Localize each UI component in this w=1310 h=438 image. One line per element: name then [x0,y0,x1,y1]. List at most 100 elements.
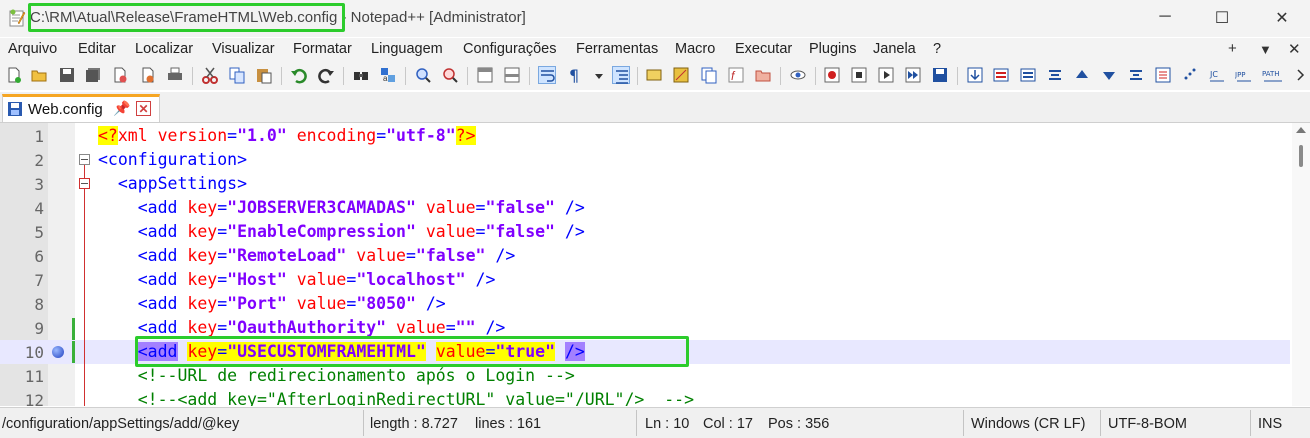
new-file-icon[interactable] [5,66,23,84]
status-insert-mode[interactable]: INS [1258,416,1282,432]
line-number: 6 [34,247,44,266]
plugin-icon-4[interactable] [1046,66,1064,84]
menu-editar[interactable]: Editar [78,41,116,57]
undo-icon[interactable] [290,66,308,84]
toolbar-overflow-icon[interactable] [1292,66,1305,84]
path-icon[interactable]: PATH [1262,66,1286,84]
macro-save-icon[interactable] [931,66,949,84]
menu-linguagem[interactable]: Linguagem [371,41,443,57]
status-eol[interactable]: Windows (CR LF) [971,416,1085,432]
word-wrap-icon[interactable] [538,66,556,84]
code-line-1[interactable]: 1 <?xml version="1.0" encoding="utf-8"?> [0,124,1290,148]
code-line-5[interactable]: 5 <add key="EnableCompression" value="fa… [0,220,1290,244]
close-all-icon[interactable] [138,66,156,84]
function-list-icon[interactable]: f [727,66,745,84]
save-all-icon[interactable] [84,66,102,84]
save-icon[interactable] [58,66,76,84]
doc-list-icon[interactable] [700,66,718,84]
minimize-button[interactable]: ─ [1150,8,1180,26]
line-number: 4 [34,199,44,218]
paste-icon[interactable] [255,66,273,84]
monitoring-eye-icon[interactable] [789,66,807,84]
close-button[interactable]: ✕ [1267,8,1297,28]
code-line-7[interactable]: 7 <add key="Host" value="localhost" /> [0,268,1290,292]
fold-toggle-configuration[interactable] [79,154,90,165]
code-line-6[interactable]: 6 <add key="RemoteLoad" value="false" /> [0,244,1290,268]
menu-help[interactable]: ? [933,41,941,57]
redo-icon[interactable] [317,66,335,84]
replace-icon[interactable]: a [379,66,397,84]
tab-list-dropdown-button[interactable]: ▼ [1259,42,1272,57]
fold-toggle-appsettings[interactable] [79,178,90,189]
sync-horizontal-icon[interactable] [503,66,521,84]
scrollbar-thumb[interactable] [1299,145,1303,167]
find-icon[interactable] [352,66,370,84]
jpp-icon[interactable]: JPP [1235,66,1253,84]
maximize-button[interactable]: ☐ [1207,8,1237,28]
menu-janela[interactable]: Janela [873,41,916,57]
plugin-icon-7[interactable] [1181,66,1199,84]
print-icon[interactable] [166,66,184,84]
jc-icon[interactable]: JC [1208,66,1226,84]
fold-line [84,165,85,178]
indent-guide-icon[interactable] [612,66,630,84]
zoom-in-icon[interactable] [414,66,432,84]
show-chars-dropdown-icon[interactable] [590,66,603,84]
line-number: 9 [34,319,44,338]
vertical-scrollbar[interactable] [1292,123,1310,406]
doc-map-icon[interactable] [672,66,690,84]
status-encoding[interactable]: UTF-8-BOM [1108,416,1187,432]
menu-plugins[interactable]: Plugins [809,41,857,57]
menu-visualizar[interactable]: Visualizar [212,41,275,57]
code-line-12[interactable]: 12 <!--<add key="AfterLoginRedirectURL" … [0,388,1290,406]
code-line-2[interactable]: 2 <configuration> [0,148,1290,172]
sync-vertical-icon[interactable] [476,66,494,84]
move-down-icon[interactable] [1100,66,1118,84]
code-editor[interactable]: 1 <?xml version="1.0" encoding="utf-8"?>… [0,123,1310,406]
plugin-icon-5[interactable] [1127,66,1145,84]
open-file-icon[interactable] [30,66,48,84]
code-line-8[interactable]: 8 <add key="Port" value="8050" /> [0,292,1290,316]
menu-formatar[interactable]: Formatar [293,41,352,57]
folder-workspace-icon[interactable] [754,66,772,84]
plugin-icon-2[interactable] [992,66,1010,84]
zoom-out-icon[interactable] [441,66,459,84]
show-all-chars-icon[interactable]: ¶ [566,66,584,84]
code-text: <?xml version="1.0" encoding="utf-8"?> [98,126,476,145]
move-up-icon[interactable] [1073,66,1091,84]
macro-stop-icon[interactable] [850,66,868,84]
menu-localizar[interactable]: Localizar [135,41,193,57]
menu-arquivo[interactable]: Arquivo [8,41,57,57]
close-document-button[interactable]: ✕ [1288,40,1301,58]
macro-run-multiple-icon[interactable] [904,66,922,84]
code-line-3[interactable]: 3 <appSettings> [0,172,1290,196]
cut-icon[interactable] [201,66,219,84]
menu-ferramentas[interactable]: Ferramentas [576,41,658,57]
copy-icon[interactable] [228,66,246,84]
line-number: 10 [24,343,44,362]
macro-record-icon[interactable] [823,66,841,84]
tab-web-config[interactable]: Web.config 📌 ✕ [2,94,160,122]
code-text: <add key="Host" value="localhost" /> [98,270,496,289]
change-history-marker [72,318,75,340]
svg-text:a: a [383,74,388,83]
status-lines: lines : 161 [475,416,542,432]
pin-icon[interactable]: 📌 [113,100,130,117]
plugin-icon-6[interactable] [1154,66,1172,84]
close-file-icon[interactable] [111,66,129,84]
bookmark-icon[interactable] [52,346,64,358]
new-tab-plus-button[interactable]: + [1228,40,1237,57]
tab-close-button[interactable]: ✕ [136,101,151,116]
code-line-11[interactable]: 11 <!--URL de redirecionamento após o Lo… [0,364,1290,388]
scroll-up-icon[interactable] [1296,127,1306,133]
fold-line [84,189,85,406]
menu-configuracoes[interactable]: Configurações [463,41,557,57]
plugin-icon-3[interactable] [1019,66,1037,84]
udl-icon[interactable] [645,66,663,84]
title-bar: C:\RM\Atual\Release\FrameHTML\Web.config… [0,0,1310,37]
code-line-4[interactable]: 4 <add key="JOBSERVER3CAMADAS" value="fa… [0,196,1290,220]
plugin-icon-1[interactable] [966,66,984,84]
menu-executar[interactable]: Executar [735,41,792,57]
menu-macro[interactable]: Macro [675,41,715,57]
macro-play-icon[interactable] [877,66,895,84]
